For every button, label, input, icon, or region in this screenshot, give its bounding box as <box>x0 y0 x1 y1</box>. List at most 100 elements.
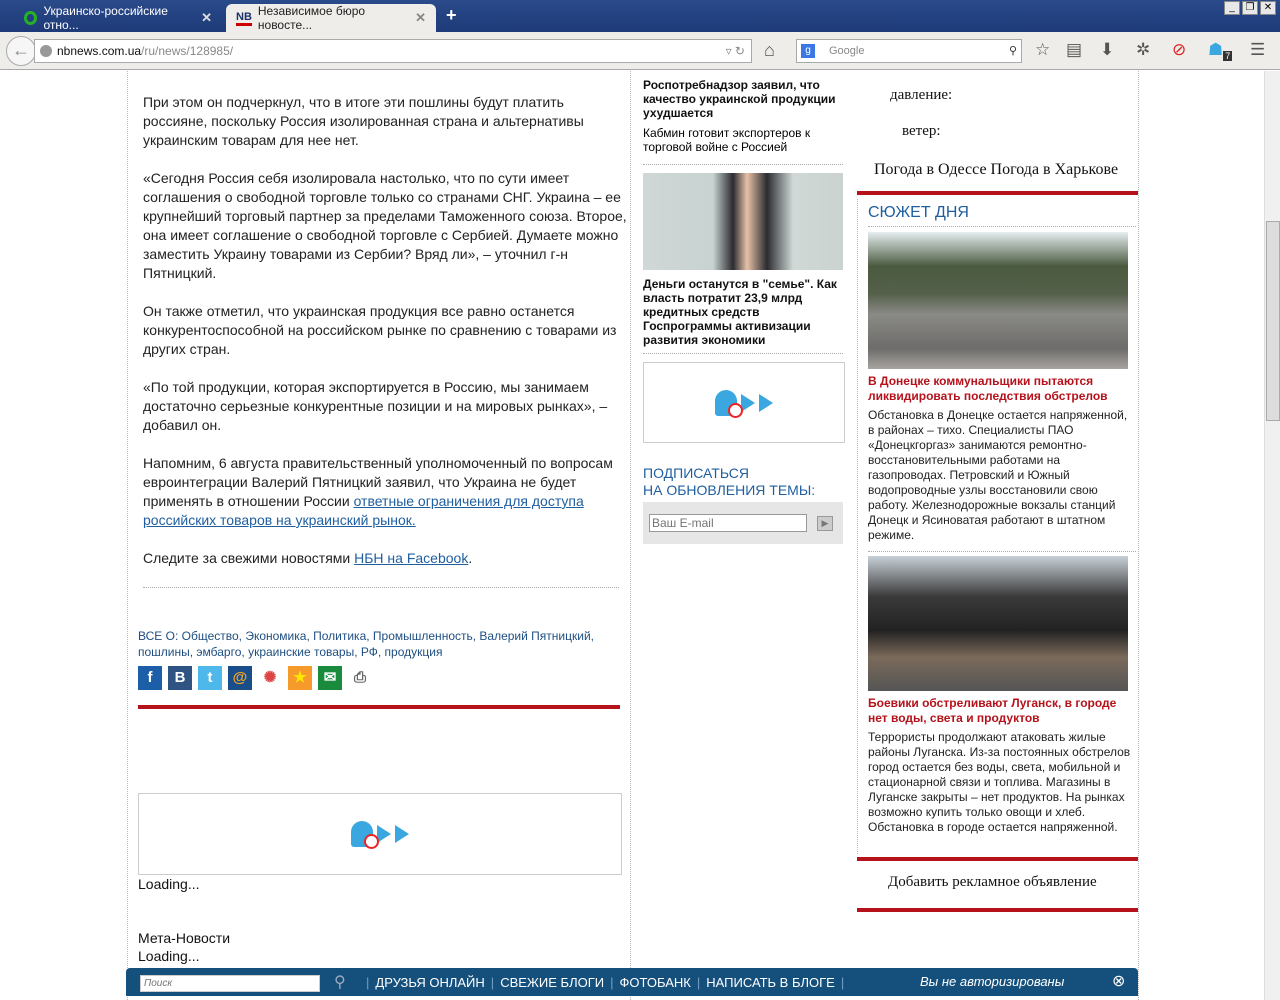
odnoklassniki-icon[interactable]: ✺ <box>258 666 282 690</box>
story-item: В Донецке коммунальщики пытаются ликвиди… <box>868 374 1136 543</box>
email-input[interactable] <box>649 514 807 532</box>
tab-nbnews[interactable]: NB Независимое бюро новосте... ✕ <box>226 4 436 32</box>
vkontakte-icon[interactable]: B <box>168 666 192 690</box>
twitter-icon[interactable]: t <box>198 666 222 690</box>
close-panel-icon[interactable]: ⊗ <box>1112 971 1125 991</box>
section-divider <box>138 705 620 709</box>
tag-links[interactable]: Общество, Экономика, Политика, Промышлен… <box>138 629 594 659</box>
download-icon[interactable]: ⬇ <box>1100 40 1114 60</box>
article-paragraph: Напомним, 6 августа правительственный уп… <box>143 454 627 530</box>
fresh-blogs-link[interactable]: СВЕЖИЕ БЛОГИ <box>500 975 604 990</box>
tab-title: Украинско-российские отно... <box>43 4 168 32</box>
loading-icon <box>24 11 38 25</box>
submit-arrow-button[interactable]: ▶ <box>817 516 833 531</box>
scrollbar-thumb[interactable] <box>1266 221 1280 421</box>
article-paragraph: Следите за свежими новостями НБН на Face… <box>143 549 627 568</box>
article-paragraph: «Сегодня Россия себя изолировала настоль… <box>143 170 627 281</box>
close-tab-icon[interactable]: ✕ <box>415 10 426 26</box>
url-path: /ru/news/128985/ <box>141 44 234 58</box>
photobank-link[interactable]: ФОТОБАНК <box>620 975 691 990</box>
tab-title: Независимое бюро новосте... <box>257 4 366 32</box>
blocked-ad-placeholder <box>643 362 845 443</box>
story-title-link[interactable]: В Донецке коммунальщики пытаются ликвиди… <box>868 374 1136 404</box>
caption-text[interactable]: Деньги останутся в "семье". Как власть п… <box>643 277 837 347</box>
ghostery-icon <box>715 389 743 418</box>
write-blog-link[interactable]: НАПИСАТЬ В БЛОГЕ <box>706 975 835 990</box>
search-placeholder: Google <box>829 45 865 57</box>
ghostery-icon <box>351 821 379 849</box>
divider <box>643 353 843 354</box>
print-icon[interactable]: ⎙ <box>348 666 372 690</box>
paragraph-text: Следите за свежими новостями <box>143 550 355 566</box>
back-button[interactable]: ← <box>6 36 36 66</box>
weather-kharkiv-link[interactable]: Погода в Харькове <box>991 161 1119 178</box>
window-controls: _ ❐ ✕ <box>1224 1 1276 15</box>
gear-icon[interactable]: ✲ <box>1136 40 1150 60</box>
panel-nav: | ДРУЗЬЯ ОНЛАЙН | СВЕЖИЕ БЛОГИ | ФОТОБАНК | … <box>366 975 845 990</box>
ghostery-icon[interactable]: ☗ 7 <box>1208 40 1233 62</box>
meta-news-title: Мета-Новости <box>138 930 231 946</box>
weather-odessa-link[interactable]: Погода в Одессе <box>874 161 987 178</box>
menu-icon[interactable]: ☰ <box>1250 40 1265 60</box>
story-of-day-heading: СЮЖЕТ ДНЯ <box>868 204 969 221</box>
divider <box>643 164 843 165</box>
story-item: Боевики обстреливают Луганск, в городе н… <box>868 696 1136 835</box>
favorite-star-icon[interactable]: ★ <box>288 666 312 690</box>
magnifier-icon[interactable]: ⚲ <box>1009 40 1017 62</box>
play-icon <box>395 825 409 843</box>
facebook-link[interactable]: НБН на Facebook <box>354 550 468 566</box>
bottom-panel: ⚲ |ДРУЗЬЯ ОНЛАЙН| СВЕЖИЕ БЛОГИ| ФОТОБАНК… <box>126 968 1138 996</box>
reload-icon[interactable]: ▿ ↻ <box>726 40 745 62</box>
web-page: При этом он подчеркнул, что в итоге эти … <box>0 71 1264 1000</box>
add-ad-link[interactable]: Добавить рекламное объявление <box>888 874 1097 891</box>
related-link[interactable]: Кабмин готовит экспортеров к торговой во… <box>643 126 843 154</box>
wind-label: ветер: <box>902 123 941 139</box>
tags-label: ВСЕ О: <box>138 629 179 643</box>
pressure-label: давление: <box>890 87 953 103</box>
nb-favicon-icon: NB <box>236 11 252 26</box>
home-icon[interactable]: ⌂ <box>764 40 775 61</box>
close-tab-icon[interactable]: ✕ <box>201 10 212 26</box>
headline-text[interactable]: Роспотребнадзор заявил, что качество укр… <box>643 78 836 120</box>
friends-online-link[interactable]: ДРУЗЬЯ ОНЛАЙН <box>375 975 484 990</box>
auth-status: Вы не авторизированы <box>920 974 1065 989</box>
section-divider <box>857 908 1138 912</box>
address-bar[interactable]: nbnews.com.ua/ru/news/128985/ ▿ ↻ <box>34 39 752 63</box>
facebook-icon[interactable]: f <box>138 666 162 690</box>
bookmark-star-icon[interactable]: ☆ <box>1035 40 1050 60</box>
search-box[interactable]: g Google ⚲ <box>796 39 1022 63</box>
minimize-button[interactable]: _ <box>1224 1 1240 15</box>
related-headline[interactable]: Роспотребнадзор заявил, что качество укр… <box>643 78 843 120</box>
subscribe-heading: ПОДПИСАТЬСЯ НА ОБНОВЛЕНИЯ ТЕМЫ: <box>643 465 815 499</box>
donetsk-photo[interactable] <box>868 232 1128 369</box>
search-icon[interactable]: ⚲ <box>334 972 346 992</box>
lugansk-photo[interactable] <box>868 556 1128 691</box>
email-share-icon[interactable]: ✉ <box>318 666 342 690</box>
ghostery-badge: 7 <box>1223 51 1233 62</box>
tab-ukraine-russia[interactable]: Украинско-российские отно... ✕ <box>14 4 222 32</box>
article-paragraph: При этом он подчеркнул, что в итоге эти … <box>143 94 584 148</box>
loading-text: Loading... <box>138 876 200 892</box>
play-icon <box>759 393 773 412</box>
panel-search-input[interactable] <box>140 975 320 992</box>
close-window-button[interactable]: ✕ <box>1260 1 1276 15</box>
bookmarks-icon[interactable]: ▤ <box>1066 40 1082 60</box>
news-photo[interactable] <box>643 173 843 270</box>
tab-bar: Украинско-российские отно... ✕ NB Независи… <box>0 0 1280 32</box>
scrollbar[interactable] <box>1264 71 1280 1000</box>
tags-list: ВСЕ О: Общество, Экономика, Политика, Пр… <box>138 628 628 660</box>
photo-caption[interactable]: Деньги останутся в "семье". Как власть п… <box>643 277 843 347</box>
divider <box>857 199 858 854</box>
story-text: Обстановка в Донецке остается напряженно… <box>868 408 1128 542</box>
story-title-link[interactable]: Боевики обстреливают Луганск, в городе н… <box>868 696 1136 726</box>
article-body: При этом он подчеркнул, что в итоге эти … <box>143 93 627 588</box>
divider <box>127 71 128 1000</box>
restore-button[interactable]: ❐ <box>1242 1 1258 15</box>
play-icon <box>377 825 391 843</box>
share-buttons: f B t @ ✺ ★ ✉ ⎙ <box>138 666 372 690</box>
paragraph-text: . <box>468 550 473 566</box>
mailru-icon[interactable]: @ <box>228 666 252 690</box>
blocked-ad-placeholder <box>138 793 622 875</box>
addon-s-icon[interactable]: ⊘ <box>1172 40 1186 60</box>
new-tab-button[interactable]: + <box>446 5 457 26</box>
